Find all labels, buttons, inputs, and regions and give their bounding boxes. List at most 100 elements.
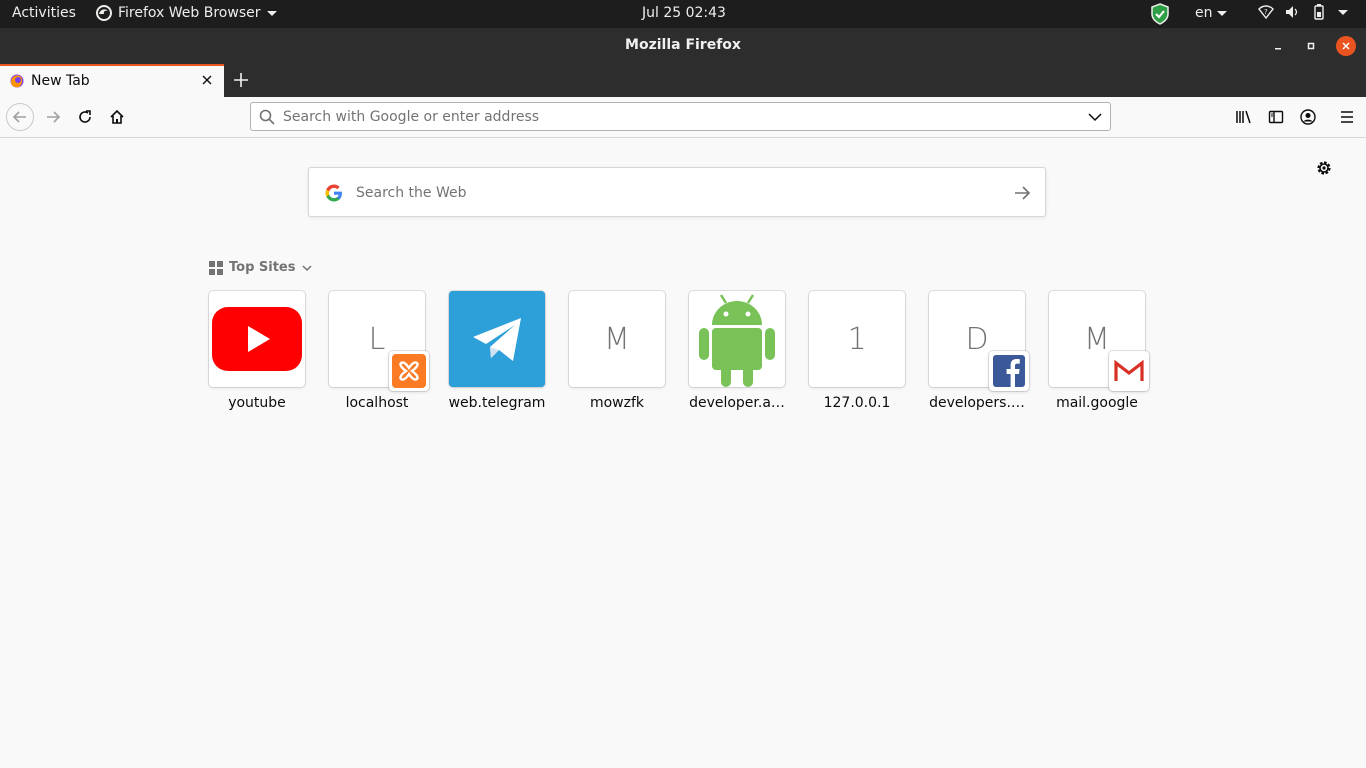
navigation-toolbar xyxy=(0,97,1366,138)
top-site-thumbnail: M xyxy=(569,291,665,387)
top-site-letter: 1 xyxy=(847,321,867,357)
top-site-label: localhost xyxy=(345,395,409,411)
top-site-label: web.telegram xyxy=(448,395,546,411)
window-title: Mozilla Firefox xyxy=(625,37,741,53)
google-logo-icon xyxy=(325,184,342,202)
chevron-down-icon xyxy=(266,10,277,16)
top-site-letter: D xyxy=(965,321,989,357)
facebook-icon xyxy=(993,355,1025,387)
top-site-label: developers.… xyxy=(929,395,1025,411)
svg-text:?: ? xyxy=(1264,8,1268,16)
shield-icon[interactable] xyxy=(1150,3,1170,25)
system-menu[interactable]: ? xyxy=(1258,4,1348,20)
clock[interactable]: Jul 25 02:43 xyxy=(642,5,726,21)
activities-button[interactable]: Activities xyxy=(12,5,76,21)
chevron-down-icon[interactable] xyxy=(1087,109,1103,125)
top-site-badge xyxy=(389,351,429,391)
language-label: en xyxy=(1195,5,1213,21)
home-button[interactable] xyxy=(103,103,131,131)
xampp-icon xyxy=(392,354,426,388)
wifi-icon: ? xyxy=(1258,5,1274,20)
android-icon xyxy=(699,294,775,387)
top-site-developer-android[interactable]: developer.a… xyxy=(689,291,785,411)
web-search-box[interactable] xyxy=(308,167,1046,217)
top-site-localhost[interactable]: L localhost xyxy=(329,291,429,411)
firefox-icon xyxy=(10,74,24,88)
close-tab-button[interactable] xyxy=(199,72,215,88)
back-arrow-icon xyxy=(12,111,26,123)
close-window-button[interactable] xyxy=(1336,36,1356,56)
forward-button[interactable] xyxy=(39,103,67,131)
top-site-label: mowzfk xyxy=(589,395,645,411)
top-site-badge xyxy=(1109,351,1149,391)
gnome-top-bar: Activities Firefox Web Browser Jul 25 02… xyxy=(0,0,1366,28)
account-button[interactable] xyxy=(1294,103,1322,131)
search-icon xyxy=(259,109,275,125)
new-tab-button[interactable] xyxy=(230,69,252,91)
top-site-web-telegram[interactable]: web.telegram xyxy=(449,291,545,411)
top-site-thumbnail xyxy=(449,291,545,387)
top-sites-label: Top Sites xyxy=(229,260,296,275)
top-sites-header[interactable]: Top Sites xyxy=(209,260,312,275)
chevron-down-icon xyxy=(1338,9,1348,15)
top-site-badge xyxy=(989,351,1029,391)
web-search-input[interactable] xyxy=(356,183,996,203)
chevron-down-icon xyxy=(301,264,312,271)
top-site-developers-facebook[interactable]: D developers.… xyxy=(929,291,1029,411)
telegram-icon xyxy=(449,291,545,387)
battery-icon xyxy=(1314,4,1324,20)
reload-icon xyxy=(79,110,91,123)
tab-label: New Tab xyxy=(31,73,90,89)
minimize-icon xyxy=(1275,48,1281,50)
close-icon xyxy=(202,75,212,85)
top-site-127-0-0-1[interactable]: 1 127.0.0.1 xyxy=(809,291,905,411)
top-site-letter: M xyxy=(1084,321,1110,357)
plus-icon xyxy=(234,73,248,87)
menu-button[interactable] xyxy=(1333,103,1361,131)
top-site-label: developer.a… xyxy=(689,395,785,411)
app-menu-label: Firefox Web Browser xyxy=(118,5,261,21)
sidebar-icon xyxy=(1268,110,1284,124)
top-site-thumbnail: L xyxy=(329,291,429,391)
top-site-thumbnail: M xyxy=(1049,291,1149,391)
library-icon xyxy=(1236,110,1251,124)
tab-new-tab[interactable]: New Tab xyxy=(0,64,224,97)
address-bar[interactable] xyxy=(250,102,1111,131)
app-menu[interactable]: Firefox Web Browser xyxy=(96,5,277,21)
firefox-icon xyxy=(96,5,112,21)
gmail-icon xyxy=(1114,359,1144,381)
back-button[interactable] xyxy=(6,103,34,131)
library-button[interactable] xyxy=(1230,103,1258,131)
top-site-label: 127.0.0.1 xyxy=(823,395,891,411)
chevron-down-icon xyxy=(1216,10,1227,16)
address-input[interactable] xyxy=(283,107,1073,127)
new-tab-page: Top Sites youtube L xyxy=(0,138,1366,768)
reload-button[interactable] xyxy=(71,103,99,131)
youtube-icon xyxy=(212,307,302,371)
top-site-label: mail.google xyxy=(1056,395,1138,411)
top-site-label: youtube xyxy=(228,395,286,411)
top-site-thumbnail xyxy=(209,291,305,387)
close-icon xyxy=(1342,42,1350,50)
minimize-button[interactable] xyxy=(1268,36,1288,56)
tab-strip: New Tab xyxy=(0,64,1366,97)
gear-icon[interactable] xyxy=(1314,158,1334,178)
top-site-thumbnail: D xyxy=(929,291,1029,391)
forward-arrow-icon xyxy=(47,111,61,123)
maximize-button[interactable] xyxy=(1301,36,1321,56)
top-site-mowzfk[interactable]: M mowzfk xyxy=(569,291,665,411)
home-icon xyxy=(110,109,124,124)
maximize-icon xyxy=(1307,42,1315,50)
sidebar-button[interactable] xyxy=(1262,103,1290,131)
top-site-letter: L xyxy=(368,321,386,357)
top-site-thumbnail xyxy=(689,291,785,387)
language-menu[interactable]: en xyxy=(1195,5,1227,21)
volume-icon xyxy=(1286,6,1298,18)
window-title-bar: Mozilla Firefox xyxy=(0,28,1366,64)
arrow-right-icon[interactable] xyxy=(1011,182,1033,204)
account-icon xyxy=(1300,109,1316,125)
top-site-mail-google[interactable]: M mail.google xyxy=(1049,291,1149,411)
top-site-letter: M xyxy=(604,321,630,357)
hamburger-menu-icon xyxy=(1341,111,1353,123)
top-site-youtube[interactable]: youtube xyxy=(209,291,305,411)
